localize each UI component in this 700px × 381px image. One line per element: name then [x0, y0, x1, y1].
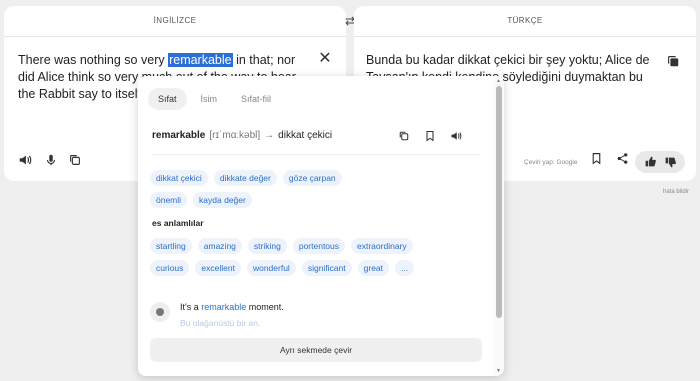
- feedback-group: [635, 151, 685, 173]
- example-audio-icon[interactable]: [150, 302, 170, 322]
- source-text-before: There was nothing so very: [18, 53, 169, 67]
- example-after: moment.: [246, 302, 284, 312]
- divider: [4, 36, 346, 37]
- bookmark-icon[interactable]: [424, 130, 436, 142]
- translation-chip[interactable]: dikkat çekici: [150, 170, 208, 186]
- arrow: →: [264, 130, 275, 141]
- popup-scrollbar[interactable]: ▲ ▼: [494, 76, 504, 376]
- phonetic: [rɪˈmɑːkəbl]: [209, 130, 261, 141]
- thumbs-up-icon[interactable]: [644, 155, 657, 168]
- example-keyword: remarkable: [201, 302, 247, 312]
- source-highlight[interactable]: remarkable: [168, 53, 233, 67]
- source-language-label[interactable]: İNGİLİZCE: [4, 16, 346, 25]
- synonym-chip[interactable]: portentous: [292, 238, 346, 254]
- translation-chip[interactable]: göze çarpan: [282, 170, 342, 186]
- close-icon[interactable]: ✕: [318, 51, 332, 67]
- speaker-icon[interactable]: [450, 130, 462, 142]
- translation-chip[interactable]: önemli: [150, 192, 188, 208]
- tab-adjective[interactable]: Sıfat: [148, 88, 187, 110]
- synonyms-label: es anlamlılar: [152, 218, 204, 228]
- translation-chips: dikkat çekici dikkate değer göze çarpan …: [150, 170, 380, 208]
- open-in-new-tab-button[interactable]: Ayrı sekmede çevir: [150, 338, 482, 362]
- share-icon[interactable]: [616, 152, 629, 165]
- translation-credit: Çeviri yap: Google: [524, 159, 578, 166]
- pos-tabs: Sıfat İsim Sıfat-fiil: [148, 88, 281, 110]
- scrollbar-thumb[interactable]: [496, 86, 502, 318]
- copy-icon[interactable]: [666, 54, 680, 68]
- synonym-chip[interactable]: significant: [301, 260, 352, 276]
- speaker-icon[interactable]: [18, 153, 32, 167]
- synonym-chip[interactable]: amazing: [197, 238, 242, 254]
- thumbs-down-icon[interactable]: [664, 156, 677, 169]
- scroll-down-icon[interactable]: ▼: [496, 368, 501, 374]
- synonym-chip[interactable]: great: [357, 260, 390, 276]
- bookmark-icon[interactable]: [590, 152, 603, 165]
- example-text: It's a remarkable moment.: [180, 302, 284, 312]
- tab-noun[interactable]: İsim: [191, 88, 228, 110]
- word-actions: [398, 130, 462, 142]
- synonym-chips: startling amazing striking portentous ex…: [150, 238, 450, 276]
- example-translation: Bu olağanüstü bir an.: [180, 318, 261, 328]
- scroll-up-icon[interactable]: ▲: [496, 78, 501, 84]
- main-translation: dikkat çekici: [278, 130, 333, 141]
- separator: [152, 154, 480, 155]
- headword: remarkable: [152, 130, 206, 141]
- divider: [354, 36, 696, 37]
- example-before: It's a: [180, 302, 202, 312]
- more-synonyms-button[interactable]: ...: [395, 260, 415, 276]
- copy-icon[interactable]: [398, 130, 410, 142]
- synonym-chip[interactable]: extraordinary: [351, 238, 413, 254]
- translation-chip[interactable]: dikkate değer: [213, 170, 277, 186]
- mic-icon[interactable]: [44, 153, 58, 167]
- synonym-chip[interactable]: excellent: [195, 260, 241, 276]
- synonym-chip[interactable]: striking: [247, 238, 287, 254]
- dictionary-popup: Sıfat İsim Sıfat-fiil remarkable [rɪˈmɑːk…: [138, 76, 504, 376]
- synonym-chip[interactable]: wonderful: [246, 260, 296, 276]
- tab-participle[interactable]: Sıfat-fiil: [231, 88, 281, 110]
- word-header: remarkable [rɪˈmɑːkəbl] → dikkat çekici: [152, 130, 332, 141]
- target-language-label[interactable]: TÜRKÇE: [354, 16, 696, 25]
- copy-icon[interactable]: [68, 153, 82, 167]
- translation-chip[interactable]: kayda değer: [193, 192, 252, 208]
- synonym-chip[interactable]: curious: [150, 260, 190, 276]
- report-error-link[interactable]: hata bildir: [663, 189, 689, 195]
- synonym-chip[interactable]: startling: [150, 238, 192, 254]
